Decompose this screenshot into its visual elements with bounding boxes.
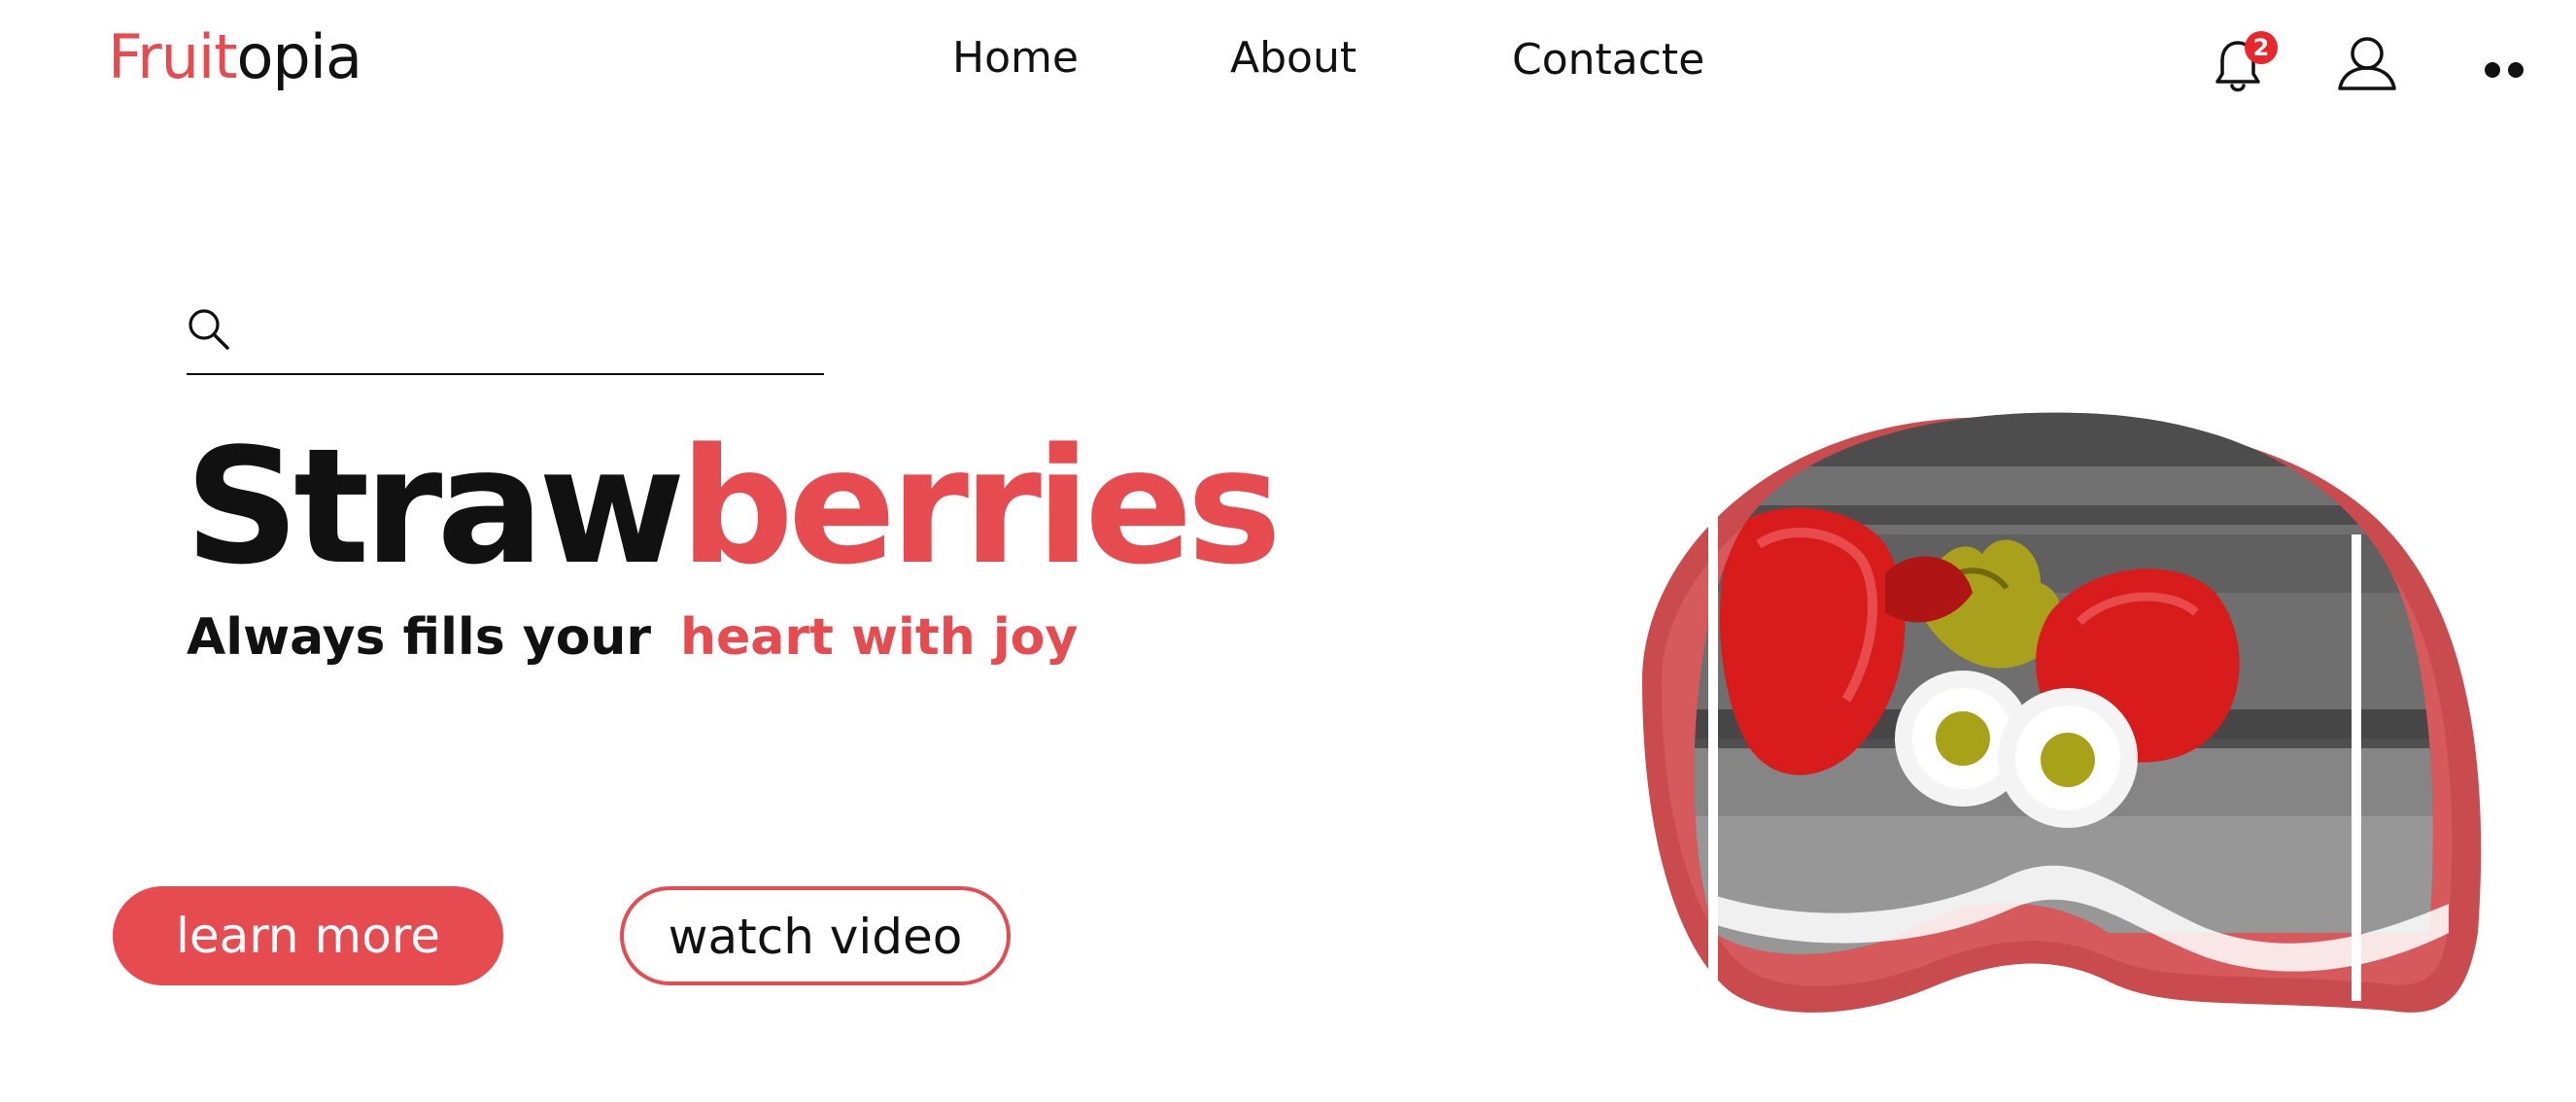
search-input[interactable]: [253, 307, 820, 360]
strawberries-with-daisies-image: [1642, 412, 2482, 1013]
tagline-dark: Always fills your: [187, 608, 652, 667]
hero-title: Strawberries: [185, 428, 1282, 587]
learn-more-button[interactable]: learn more: [113, 886, 503, 985]
tagline-red: heart with joy: [680, 608, 1079, 667]
logo-rest: opia: [236, 21, 362, 92]
watch-video-button[interactable]: watch video: [620, 886, 1011, 985]
search-icon: [189, 309, 229, 350]
logo-accent: Fruit: [108, 21, 237, 92]
logo[interactable]: Fruitopia: [108, 21, 362, 92]
hero-title-dark: Straw: [185, 414, 686, 600]
landing-page: Fruitopia Home About Contacte 2 Strawber…: [0, 0, 2576, 1102]
notification-badge: 2: [2245, 31, 2278, 64]
user-icon[interactable]: [2337, 35, 2397, 91]
hero-title-red: berries: [679, 414, 1282, 600]
more-dots-icon[interactable]: [2483, 60, 2525, 80]
search-bar[interactable]: [187, 301, 824, 375]
nav-contact[interactable]: Contacte: [1512, 35, 1704, 85]
nav-about[interactable]: About: [1230, 33, 1357, 83]
notifications-button[interactable]: 2: [2211, 29, 2288, 99]
nav-home[interactable]: Home: [952, 33, 1079, 83]
